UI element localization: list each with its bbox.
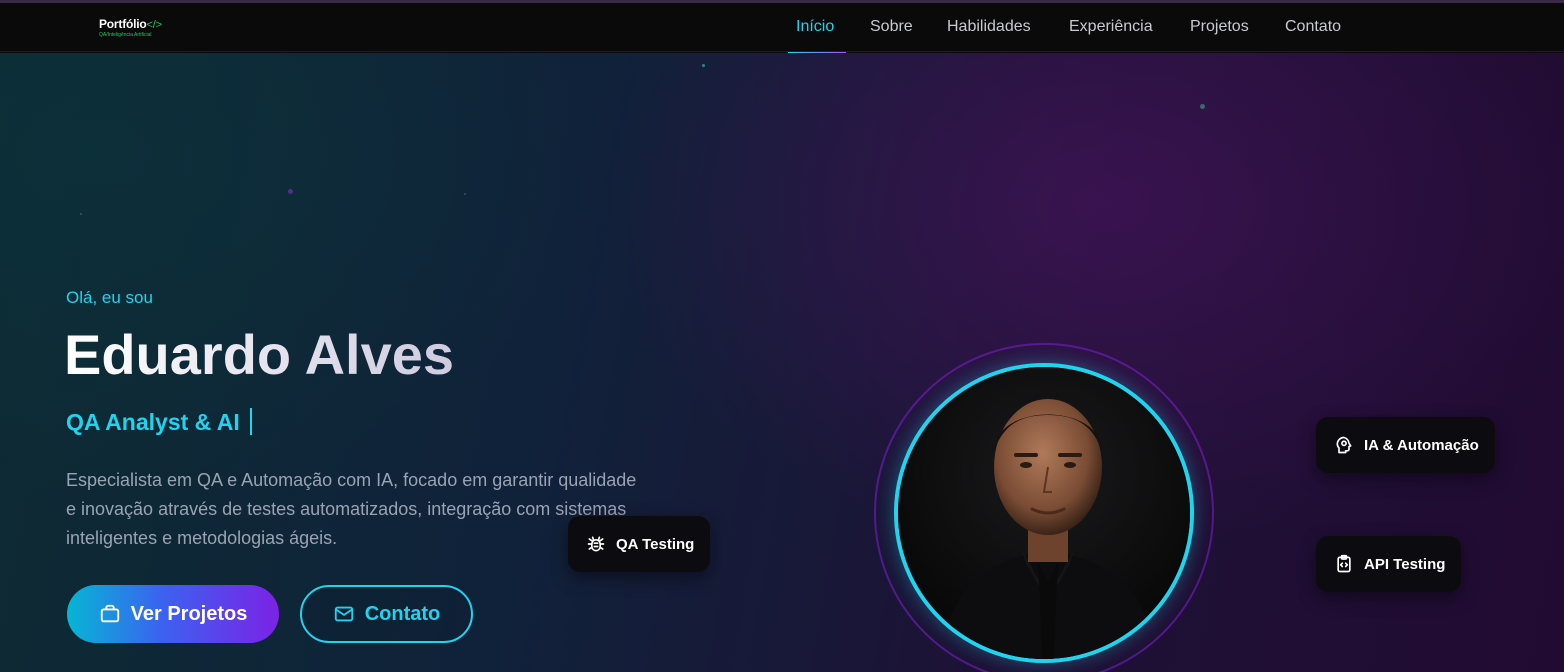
avatar [894, 363, 1194, 663]
nav-item-habilidades[interactable]: Habilidades [947, 18, 1031, 36]
navbar: Portfólio</> QA/Inteligência Artificial … [0, 3, 1564, 54]
hero-role: QA Analyst & AI [66, 408, 252, 436]
particle [464, 193, 466, 195]
particle [1200, 104, 1205, 109]
particle [288, 189, 293, 194]
brand-title-text: Portfólio [99, 17, 147, 31]
badge-qa-testing-label: QA Testing [616, 535, 695, 553]
particle [80, 213, 82, 215]
nav-item-contato[interactable]: Contato [1285, 18, 1341, 36]
code-brackets-icon: </> [146, 19, 163, 31]
badge-api-testing: API Testing [1316, 536, 1462, 592]
brand-title: Portfólio</> [99, 18, 162, 31]
nav-item-sobre[interactable]: Sobre [870, 18, 913, 36]
briefcase-icon [100, 604, 119, 623]
ai-head-icon [1336, 436, 1352, 454]
nav-item-experiencia[interactable]: Experiência [1069, 18, 1153, 36]
typing-cursor [249, 408, 252, 435]
nav-item-inicio[interactable]: Início [796, 18, 834, 36]
hero-greeting: Olá, eu sou [66, 288, 153, 307]
view-projects-button[interactable]: Ver Projetos [67, 585, 279, 643]
brand-subtitle: QA/Inteligência Artificial [99, 32, 152, 38]
bug-icon [587, 536, 605, 552]
brand-logo[interactable]: Portfólio</> QA/Inteligência Artificial [99, 18, 162, 38]
profile-photo [898, 367, 1190, 659]
code-clipboard-icon [1337, 554, 1351, 573]
hero-role-text: QA Analyst & AI [66, 409, 240, 435]
badge-qa-testing: QA Testing [568, 516, 711, 572]
badge-ia-automacao-label: IA & Automação [1364, 436, 1479, 454]
particle [702, 64, 705, 67]
hero-name: Eduardo Alves [64, 323, 455, 386]
contact-button[interactable]: Contato [300, 585, 473, 643]
badge-api-testing-label: API Testing [1364, 555, 1446, 573]
view-projects-label: Ver Projetos [130, 602, 248, 625]
hero-description: Especialista em QA e Automação com IA, f… [66, 470, 637, 548]
nav-item-projetos[interactable]: Projetos [1190, 18, 1249, 36]
contact-label: Contato [364, 602, 441, 625]
badge-ia-automacao: IA & Automação [1316, 417, 1495, 473]
mail-icon [334, 606, 353, 622]
